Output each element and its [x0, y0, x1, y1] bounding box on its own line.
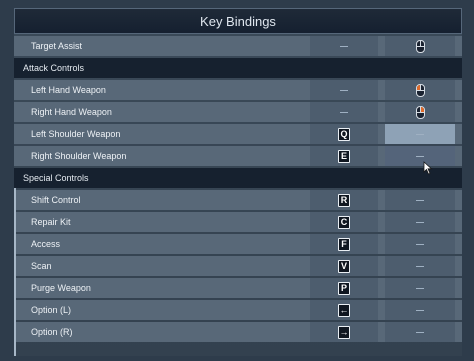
primary-binding-slot[interactable]: P [310, 278, 378, 298]
unbound-dash [416, 287, 424, 289]
primary-binding-slot[interactable]: ← [310, 300, 378, 320]
binding-row-option-r[interactable]: Option (R) → [14, 322, 462, 342]
binding-label: Target Assist [31, 41, 83, 51]
key-cap: F [338, 237, 350, 251]
binding-label: Option (R) [31, 327, 73, 337]
binding-label: Purge Weapon [31, 283, 91, 293]
binding-label: Left Hand Weapon [31, 85, 106, 95]
key-cap: R [338, 193, 350, 207]
binding-label: Shift Control [31, 195, 81, 205]
primary-binding-slot[interactable]: Q [310, 124, 378, 144]
secondary-binding-slot[interactable] [385, 256, 455, 276]
mouse-right-icon [415, 105, 425, 119]
binding-row-access[interactable]: Access F [14, 234, 462, 254]
binding-label: Left Shoulder Weapon [31, 129, 121, 139]
unbound-dash [416, 199, 424, 201]
binding-row-target-assist[interactable]: Target Assist [14, 36, 462, 56]
unbound-dash [416, 155, 424, 157]
unbound-dash [416, 221, 424, 223]
key-cap: C [338, 215, 350, 229]
secondary-binding-slot[interactable] [385, 190, 455, 210]
key-cap: E [338, 149, 350, 163]
key-cap: P [338, 281, 350, 295]
primary-binding-slot[interactable]: V [310, 256, 378, 276]
secondary-binding-slot[interactable] [385, 322, 455, 342]
secondary-binding-slot[interactable] [385, 36, 455, 56]
binding-row-right-hand-weapon[interactable]: Right Hand Weapon [14, 102, 462, 122]
binding-row-option-l[interactable]: Option (L) ← [14, 300, 462, 320]
binding-row-left-shoulder-weapon[interactable]: Left Shoulder Weapon Q [14, 124, 462, 144]
arrow-right-icon: → [338, 325, 350, 339]
arrow-left-icon: ← [338, 303, 350, 317]
unbound-dash [416, 309, 424, 311]
key-cap: V [338, 259, 350, 273]
unbound-dash [340, 111, 348, 113]
unbound-dash [416, 133, 424, 135]
key-bindings-panel: Key Bindings Target Assist Attack Contro… [14, 8, 462, 356]
mouse-middle-icon [415, 39, 425, 53]
bindings-list: Target Assist Attack Controls Left Hand … [14, 36, 462, 344]
section-label: Special Controls [23, 173, 89, 183]
secondary-binding-slot[interactable] [385, 300, 455, 320]
mouse-pointer-icon [423, 161, 433, 175]
unbound-dash [416, 331, 424, 333]
key-cap: Q [338, 127, 350, 141]
secondary-binding-slot[interactable] [385, 124, 455, 144]
secondary-binding-slot[interactable] [385, 80, 455, 100]
binding-label: Right Shoulder Weapon [31, 151, 127, 161]
primary-binding-slot[interactable]: R [310, 190, 378, 210]
unbound-dash [340, 89, 348, 91]
panel-title-bar: Key Bindings [14, 8, 462, 34]
binding-label: Access [31, 239, 61, 249]
mouse-left-icon [415, 83, 425, 97]
primary-binding-slot[interactable]: → [310, 322, 378, 342]
page-title: Key Bindings [200, 13, 276, 29]
binding-label: Option (L) [31, 305, 72, 315]
binding-row-scan[interactable]: Scan V [14, 256, 462, 276]
primary-binding-slot[interactable]: C [310, 212, 378, 232]
secondary-binding-slot[interactable] [385, 102, 455, 122]
unbound-dash [416, 243, 424, 245]
binding-label: Repair Kit [31, 217, 71, 227]
section-header-attack-controls: Attack Controls [14, 58, 462, 78]
primary-binding-slot[interactable]: F [310, 234, 378, 254]
unbound-dash [340, 45, 348, 47]
binding-row-left-hand-weapon[interactable]: Left Hand Weapon [14, 80, 462, 100]
section-header-special-controls: Special Controls [14, 168, 462, 188]
binding-row-shift-control[interactable]: Shift Control R [14, 190, 462, 210]
primary-binding-slot[interactable] [310, 102, 378, 122]
binding-label: Right Hand Weapon [31, 107, 112, 117]
section-label: Attack Controls [23, 63, 85, 73]
binding-row-right-shoulder-weapon[interactable]: Right Shoulder Weapon E [14, 146, 462, 166]
secondary-binding-slot[interactable] [385, 146, 455, 166]
binding-row-purge-weapon[interactable]: Purge Weapon P [14, 278, 462, 298]
secondary-binding-slot[interactable] [385, 212, 455, 232]
unbound-dash [416, 265, 424, 267]
primary-binding-slot[interactable] [310, 36, 378, 56]
secondary-binding-slot[interactable] [385, 234, 455, 254]
binding-label: Scan [31, 261, 52, 271]
primary-binding-slot[interactable] [310, 80, 378, 100]
scroll-indicator [14, 188, 16, 356]
secondary-binding-slot[interactable] [385, 278, 455, 298]
primary-binding-slot[interactable]: E [310, 146, 378, 166]
binding-row-repair-kit[interactable]: Repair Kit C [14, 212, 462, 232]
